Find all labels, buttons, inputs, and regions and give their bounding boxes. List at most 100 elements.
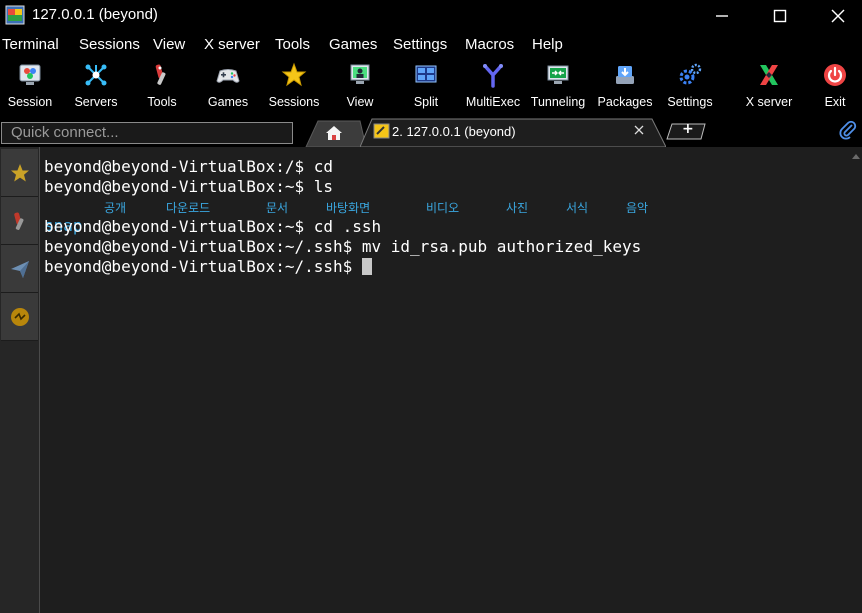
- paperclip-icon[interactable]: [838, 120, 858, 140]
- menu-x-server[interactable]: X server: [204, 36, 260, 53]
- toolbar-label: Split: [413, 95, 439, 109]
- dir-entry: 비디오: [426, 201, 460, 215]
- terminal-scrollbar[interactable]: [850, 147, 862, 613]
- tools-icon: [155, 64, 166, 85]
- terminal-line: beyond@beyond-VirtualBox:/$ cd: [44, 157, 333, 176]
- toolbar-split-button[interactable]: Split: [400, 58, 452, 116]
- maximize-button[interactable]: [752, 0, 808, 32]
- tunneling-icon: [547, 65, 569, 84]
- menu-sessions[interactable]: Sessions: [79, 36, 140, 53]
- dir-entry: 문서: [266, 201, 289, 215]
- toolbar-multiexec-button[interactable]: MultiExec: [462, 58, 524, 116]
- menu-bar: Terminal Sessions View X server Tools Ga…: [0, 32, 862, 58]
- shell-prompt: beyond@beyond-VirtualBox:~$: [44, 217, 305, 236]
- toolbar-label: Tools: [147, 95, 177, 109]
- minimize-button[interactable]: [694, 0, 750, 32]
- minimize-icon: [716, 15, 728, 17]
- gamepad-icon: [216, 69, 240, 83]
- app-icon: [5, 5, 25, 25]
- menu-settings[interactable]: Settings: [393, 36, 447, 53]
- toolbar-session-button[interactable]: Session: [4, 58, 56, 116]
- dir-entry: 다운로드: [166, 201, 211, 215]
- toolbar-sessions-button[interactable]: Sessions: [264, 58, 324, 116]
- toolbar-packages-button[interactable]: Packages: [596, 58, 654, 116]
- toolbar-label: X server: [745, 95, 793, 109]
- sidebar-tools-button[interactable]: [1, 197, 38, 245]
- dir-entry: 서식: [566, 201, 589, 215]
- toolbar-tools-button[interactable]: Tools: [136, 58, 188, 116]
- maximize-icon: [773, 9, 787, 23]
- terminal-line: beyond@beyond-VirtualBox:~$ cd .ssh: [44, 217, 381, 236]
- close-icon: [831, 9, 845, 23]
- toolbar-label: Session: [7, 95, 53, 109]
- shell-command: cd .ssh: [304, 217, 382, 236]
- view-icon: [350, 64, 370, 84]
- shell-prompt: beyond@beyond-VirtualBox:~$: [44, 177, 305, 196]
- dir-entry: 바탕화면: [326, 201, 371, 215]
- shell-command: cd: [304, 157, 333, 176]
- toolbar-xserver-button[interactable]: X server: [740, 58, 798, 116]
- toolbar-tunneling-button[interactable]: Tunneling: [528, 58, 588, 116]
- shell-prompt: beyond@beyond-VirtualBox:/$: [44, 157, 305, 176]
- settings-icon: [679, 63, 702, 85]
- dir-entry: 공개: [104, 201, 127, 215]
- toolbar-exit-button[interactable]: Exit: [812, 58, 858, 116]
- menu-macros[interactable]: Macros: [465, 36, 514, 53]
- power-icon: [824, 64, 846, 86]
- terminal-pane[interactable]: beyond@beyond-VirtualBox:/$ cd beyond@be…: [40, 147, 850, 613]
- multiexec-icon: [483, 64, 503, 88]
- star-icon: [281, 62, 307, 87]
- menu-tools[interactable]: Tools: [275, 36, 310, 53]
- window-title: 127.0.0.1 (beyond): [32, 6, 158, 23]
- xserver-icon: [760, 65, 778, 85]
- tools-icon: [13, 211, 23, 230]
- toolbar-label: MultiExec: [465, 95, 521, 109]
- session-icon: [19, 64, 41, 85]
- toolbar-label: Sessions: [268, 95, 320, 109]
- star-icon: [10, 163, 29, 181]
- sidebar-macros-button[interactable]: [1, 293, 38, 341]
- split-icon: [415, 65, 437, 83]
- shell-prompt: beyond@beyond-VirtualBox:~/.ssh$: [44, 257, 353, 276]
- toolbar-label: Exit: [824, 95, 846, 109]
- scroll-up-icon[interactable]: [850, 151, 862, 163]
- toolbar: Session Servers Tools Games Sessions Vie…: [0, 58, 862, 116]
- toolbar-label: Settings: [667, 95, 713, 109]
- toolbar-label: Tunneling: [530, 95, 586, 109]
- menu-terminal[interactable]: Terminal: [2, 36, 59, 53]
- tab-close-icon[interactable]: [632, 123, 646, 137]
- shell-command: [352, 257, 362, 276]
- toolbar-servers-button[interactable]: Servers: [70, 58, 122, 116]
- servers-icon: [85, 64, 107, 86]
- new-tab-plus: +: [682, 121, 694, 137]
- toolbar-label: Servers: [74, 95, 118, 109]
- menu-games[interactable]: Games: [329, 36, 377, 53]
- new-tab-button[interactable]: +: [666, 121, 706, 140]
- shell-command: mv id_rsa.pub authorized_keys: [352, 237, 642, 256]
- menu-help[interactable]: Help: [532, 36, 563, 53]
- menu-view[interactable]: View: [153, 36, 185, 53]
- close-button[interactable]: [810, 0, 862, 32]
- sidebar-sessions-button[interactable]: [1, 149, 38, 197]
- shell-command: ls: [304, 177, 333, 196]
- sidebar-send-button[interactable]: [1, 245, 38, 293]
- toolbar-view-button[interactable]: View: [334, 58, 386, 116]
- quick-connect-input[interactable]: Quick connect...: [1, 122, 293, 144]
- home-tab[interactable]: [300, 118, 366, 147]
- packages-icon: [616, 66, 634, 84]
- terminal-tab-icon: [373, 123, 390, 139]
- toolbar-settings-button[interactable]: Settings: [662, 58, 718, 116]
- toolbar-label: Packages: [597, 95, 653, 109]
- terminal-line: beyond@beyond-VirtualBox:~/.ssh$: [44, 257, 372, 276]
- session-tab-label: 2. 127.0.0.1 (beyond): [392, 124, 516, 139]
- toolbar-label: View: [346, 95, 374, 109]
- title-bar: 127.0.0.1 (beyond): [0, 0, 862, 32]
- dir-entry: 사진: [506, 201, 529, 215]
- toolbar-games-button[interactable]: Games: [202, 58, 254, 116]
- shell-prompt: beyond@beyond-VirtualBox:~/.ssh$: [44, 237, 353, 256]
- left-sidebar: [0, 147, 40, 613]
- terminal-line: beyond@beyond-VirtualBox:~$ ls: [44, 177, 333, 196]
- terminal-line: beyond@beyond-VirtualBox:~/.ssh$ mv id_r…: [44, 237, 641, 256]
- macro-icon: [10, 307, 29, 326]
- send-icon: [10, 260, 29, 278]
